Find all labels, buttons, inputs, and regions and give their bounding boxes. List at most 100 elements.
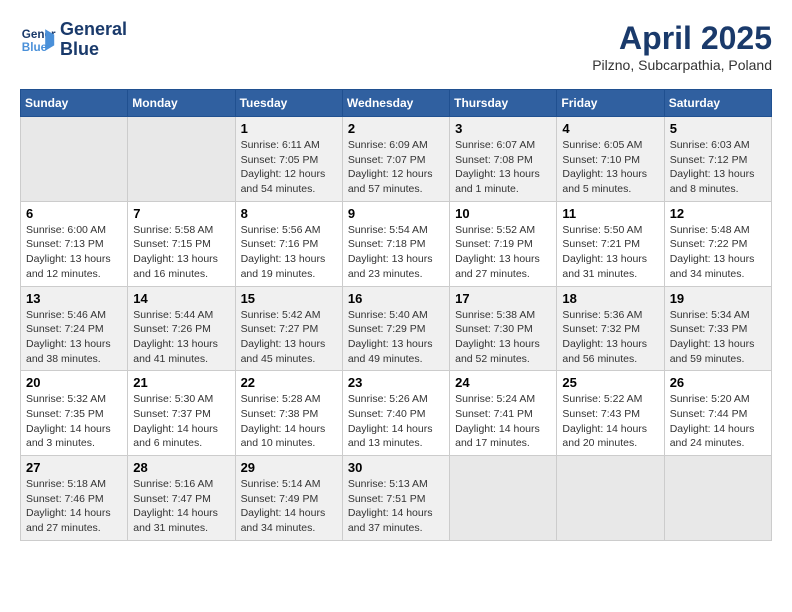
day-info: Sunrise: 5:22 AM Sunset: 7:43 PM Dayligh… xyxy=(562,392,658,451)
day-info: Sunrise: 5:26 AM Sunset: 7:40 PM Dayligh… xyxy=(348,392,444,451)
calendar-body: 1 Sunrise: 6:11 AM Sunset: 7:05 PM Daylig… xyxy=(21,117,772,541)
header: General Blue General Blue April 2025 Pil… xyxy=(20,20,772,73)
month-title: April 2025 xyxy=(592,20,772,57)
day-number: 27 xyxy=(26,460,122,475)
day-number: 25 xyxy=(562,375,658,390)
logo-text-blue: Blue xyxy=(60,40,127,60)
calendar-week-3: 13 Sunrise: 5:46 AM Sunset: 7:24 PM Dayli… xyxy=(21,286,772,371)
day-info: Sunrise: 5:28 AM Sunset: 7:38 PM Dayligh… xyxy=(241,392,337,451)
calendar-cell: 8 Sunrise: 5:56 AM Sunset: 7:16 PM Daylig… xyxy=(235,201,342,286)
weekday-thursday: Thursday xyxy=(450,90,557,117)
calendar-cell: 17 Sunrise: 5:38 AM Sunset: 7:30 PM Dayli… xyxy=(450,286,557,371)
svg-text:Blue: Blue xyxy=(22,41,48,54)
subtitle: Pilzno, Subcarpathia, Poland xyxy=(592,57,772,73)
calendar-cell: 19Sunrise: 5:34 AM Sunset: 7:33 PM Dayli… xyxy=(664,286,771,371)
weekday-tuesday: Tuesday xyxy=(235,90,342,117)
calendar-cell: 15 Sunrise: 5:42 AM Sunset: 7:27 PM Dayli… xyxy=(235,286,342,371)
day-info: Sunrise: 6:03 AM Sunset: 7:12 PM Dayligh… xyxy=(670,138,766,197)
day-info: Sunrise: 5:14 AM Sunset: 7:49 PM Dayligh… xyxy=(241,477,337,536)
day-info: Sunrise: 6:00 AM Sunset: 7:13 PM Dayligh… xyxy=(26,223,122,282)
calendar-cell: 20Sunrise: 5:32 AM Sunset: 7:35 PM Dayli… xyxy=(21,371,128,456)
calendar-cell: 12 Sunrise: 5:48 AM Sunset: 7:22 PM Dayli… xyxy=(664,201,771,286)
day-number: 9 xyxy=(348,206,444,221)
calendar-cell: 14 Sunrise: 5:44 AM Sunset: 7:26 PM Dayli… xyxy=(128,286,235,371)
day-number: 8 xyxy=(241,206,337,221)
day-info: Sunrise: 6:05 AM Sunset: 7:10 PM Dayligh… xyxy=(562,138,658,197)
day-info: Sunrise: 5:18 AM Sunset: 7:46 PM Dayligh… xyxy=(26,477,122,536)
day-info: Sunrise: 5:52 AM Sunset: 7:19 PM Dayligh… xyxy=(455,223,551,282)
day-info: Sunrise: 5:42 AM Sunset: 7:27 PM Dayligh… xyxy=(241,308,337,367)
calendar-header: SundayMondayTuesdayWednesdayThursdayFrid… xyxy=(21,90,772,117)
logo-icon: General Blue xyxy=(20,22,56,58)
calendar-cell: 10 Sunrise: 5:52 AM Sunset: 7:19 PM Dayli… xyxy=(450,201,557,286)
day-info: Sunrise: 5:32 AM Sunset: 7:35 PM Dayligh… xyxy=(26,392,122,451)
day-info: Sunrise: 5:44 AM Sunset: 7:26 PM Dayligh… xyxy=(133,308,229,367)
title-area: April 2025 Pilzno, Subcarpathia, Poland xyxy=(592,20,772,73)
day-info: Sunrise: 6:07 AM Sunset: 7:08 PM Dayligh… xyxy=(455,138,551,197)
weekday-header-row: SundayMondayTuesdayWednesdayThursdayFrid… xyxy=(21,90,772,117)
day-number: 28 xyxy=(133,460,229,475)
day-number: 22 xyxy=(241,375,337,390)
day-info: Sunrise: 5:46 AM Sunset: 7:24 PM Dayligh… xyxy=(26,308,122,367)
day-info: Sunrise: 5:16 AM Sunset: 7:47 PM Dayligh… xyxy=(133,477,229,536)
day-number: 26 xyxy=(670,375,766,390)
calendar-cell xyxy=(450,456,557,541)
day-info: Sunrise: 5:48 AM Sunset: 7:22 PM Dayligh… xyxy=(670,223,766,282)
day-number: 18 xyxy=(562,291,658,306)
calendar-cell: 4 Sunrise: 6:05 AM Sunset: 7:10 PM Daylig… xyxy=(557,117,664,202)
day-number: 4 xyxy=(562,121,658,136)
calendar-cell: 2Sunrise: 6:09 AM Sunset: 7:07 PM Daylig… xyxy=(342,117,449,202)
day-number: 14 xyxy=(133,291,229,306)
calendar-cell: 22 Sunrise: 5:28 AM Sunset: 7:38 PM Dayli… xyxy=(235,371,342,456)
calendar-cell: 11Sunrise: 5:50 AM Sunset: 7:21 PM Dayli… xyxy=(557,201,664,286)
day-info: Sunrise: 5:56 AM Sunset: 7:16 PM Dayligh… xyxy=(241,223,337,282)
calendar-cell: 13 Sunrise: 5:46 AM Sunset: 7:24 PM Dayli… xyxy=(21,286,128,371)
calendar-cell: 26 Sunrise: 5:20 AM Sunset: 7:44 PM Dayli… xyxy=(664,371,771,456)
calendar-cell: 1 Sunrise: 6:11 AM Sunset: 7:05 PM Daylig… xyxy=(235,117,342,202)
day-info: Sunrise: 6:11 AM Sunset: 7:05 PM Dayligh… xyxy=(241,138,337,197)
calendar-cell: 18 Sunrise: 5:36 AM Sunset: 7:32 PM Dayli… xyxy=(557,286,664,371)
logo: General Blue General Blue xyxy=(20,20,127,60)
calendar: SundayMondayTuesdayWednesdayThursdayFrid… xyxy=(20,89,772,541)
day-number: 15 xyxy=(241,291,337,306)
calendar-week-1: 1 Sunrise: 6:11 AM Sunset: 7:05 PM Daylig… xyxy=(21,117,772,202)
day-number: 10 xyxy=(455,206,551,221)
calendar-cell: 6 Sunrise: 6:00 AM Sunset: 7:13 PM Daylig… xyxy=(21,201,128,286)
day-number: 2 xyxy=(348,121,444,136)
calendar-cell: 7Sunrise: 5:58 AM Sunset: 7:15 PM Daylig… xyxy=(128,201,235,286)
day-info: Sunrise: 5:58 AM Sunset: 7:15 PM Dayligh… xyxy=(133,223,229,282)
calendar-cell: 23Sunrise: 5:26 AM Sunset: 7:40 PM Dayli… xyxy=(342,371,449,456)
calendar-cell xyxy=(128,117,235,202)
calendar-cell: 24Sunrise: 5:24 AM Sunset: 7:41 PM Dayli… xyxy=(450,371,557,456)
day-number: 12 xyxy=(670,206,766,221)
logo-text-general: General xyxy=(60,20,127,40)
day-number: 13 xyxy=(26,291,122,306)
calendar-cell: 28 Sunrise: 5:16 AM Sunset: 7:47 PM Dayli… xyxy=(128,456,235,541)
day-number: 17 xyxy=(455,291,551,306)
day-number: 5 xyxy=(670,121,766,136)
calendar-cell: 16 Sunrise: 5:40 AM Sunset: 7:29 PM Dayli… xyxy=(342,286,449,371)
day-number: 1 xyxy=(241,121,337,136)
day-info: Sunrise: 5:20 AM Sunset: 7:44 PM Dayligh… xyxy=(670,392,766,451)
weekday-saturday: Saturday xyxy=(664,90,771,117)
calendar-cell: 29Sunrise: 5:14 AM Sunset: 7:49 PM Dayli… xyxy=(235,456,342,541)
day-info: Sunrise: 5:50 AM Sunset: 7:21 PM Dayligh… xyxy=(562,223,658,282)
day-info: Sunrise: 5:34 AM Sunset: 7:33 PM Dayligh… xyxy=(670,308,766,367)
day-info: Sunrise: 5:30 AM Sunset: 7:37 PM Dayligh… xyxy=(133,392,229,451)
calendar-cell: 9 Sunrise: 5:54 AM Sunset: 7:18 PM Daylig… xyxy=(342,201,449,286)
day-info: Sunrise: 5:36 AM Sunset: 7:32 PM Dayligh… xyxy=(562,308,658,367)
day-info: Sunrise: 5:38 AM Sunset: 7:30 PM Dayligh… xyxy=(455,308,551,367)
calendar-cell: 30Sunrise: 5:13 AM Sunset: 7:51 PM Dayli… xyxy=(342,456,449,541)
calendar-cell xyxy=(21,117,128,202)
calendar-cell: 21Sunrise: 5:30 AM Sunset: 7:37 PM Dayli… xyxy=(128,371,235,456)
day-number: 3 xyxy=(455,121,551,136)
day-info: Sunrise: 5:40 AM Sunset: 7:29 PM Dayligh… xyxy=(348,308,444,367)
calendar-cell xyxy=(557,456,664,541)
day-number: 16 xyxy=(348,291,444,306)
day-number: 6 xyxy=(26,206,122,221)
weekday-friday: Friday xyxy=(557,90,664,117)
weekday-monday: Monday xyxy=(128,90,235,117)
day-info: Sunrise: 5:54 AM Sunset: 7:18 PM Dayligh… xyxy=(348,223,444,282)
day-number: 30 xyxy=(348,460,444,475)
weekday-sunday: Sunday xyxy=(21,90,128,117)
